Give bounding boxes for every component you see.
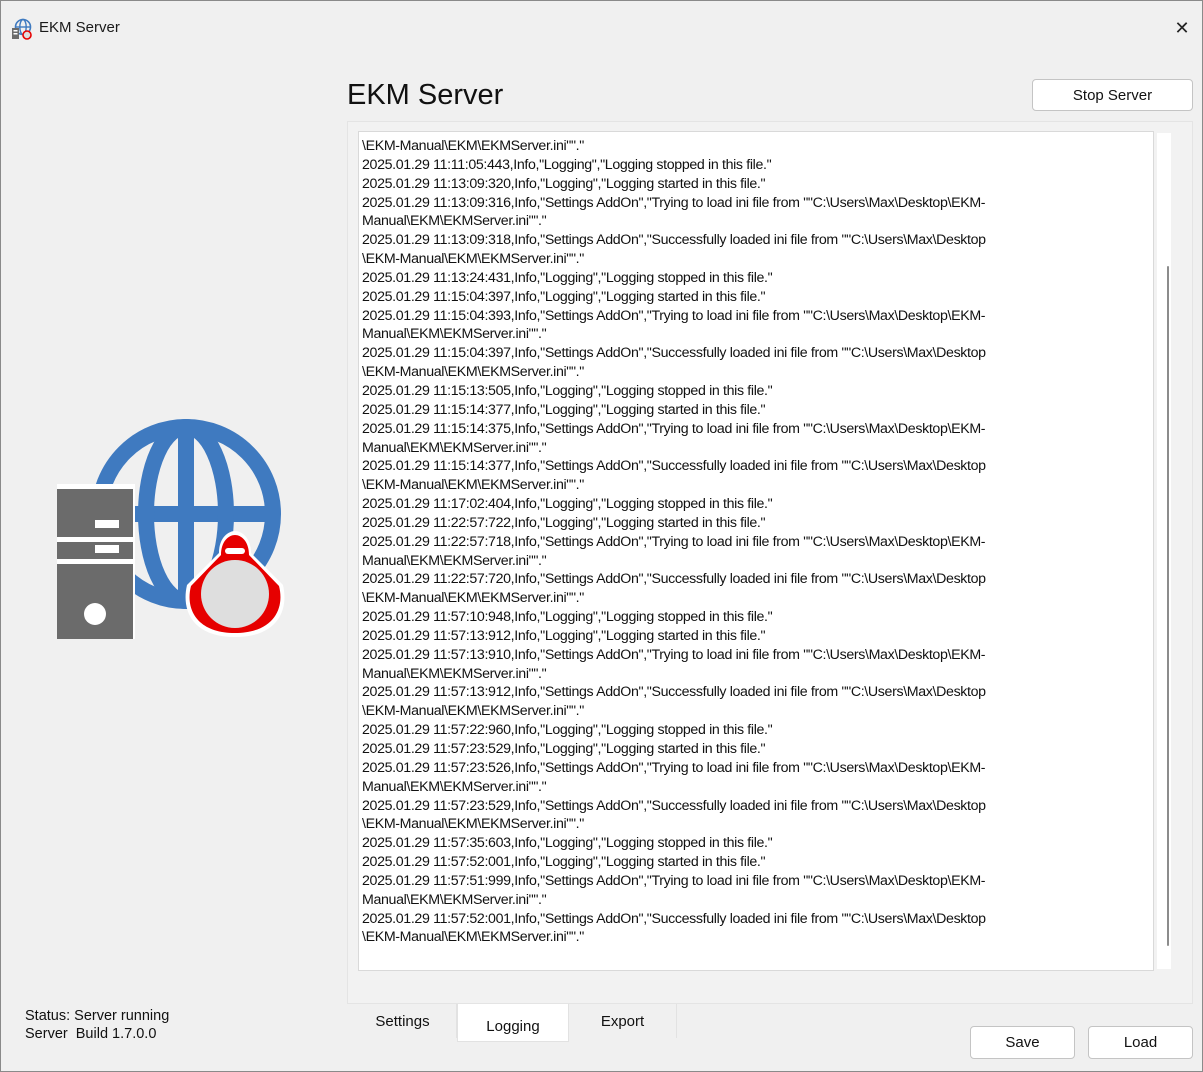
tab-logging[interactable]: Logging <box>457 1004 569 1042</box>
log-line: 2025.01.29 11:57:51:999,Info,"Settings A… <box>362 872 986 889</box>
log-line: 2025.01.29 11:57:23:529,Info,"Logging","… <box>362 741 766 757</box>
load-button[interactable]: Load <box>1088 1026 1193 1059</box>
stop-server-button[interactable]: Stop Server <box>1032 79 1193 111</box>
log-line: 2025.01.29 11:13:09:318,Info,"Settings A… <box>362 232 986 249</box>
log-line: 2025.01.29 11:15:04:397,Info,"Settings A… <box>362 345 986 362</box>
log-lines: \EKM-Manual\EKM\EKMServer.ini""." 2025.01… <box>362 137 1132 947</box>
page-title: EKM Server <box>347 79 504 111</box>
log-line: 2025.01.29 11:17:02:404,Info,"Logging","… <box>362 496 773 513</box>
log-line: \EKM-Manual\EKM\EKMServer.ini""." <box>362 364 584 381</box>
log-line: Manual\EKM\EKMServer.ini""." <box>362 213 547 230</box>
status-panel: Status: Server running Server Build 1.7.0… <box>25 1007 169 1043</box>
log-line: 2025.01.29 11:57:35:603,Info,"Logging","… <box>362 835 773 852</box>
log-line: 2025.01.29 11:13:24:431,Info,"Logging","… <box>362 269 773 286</box>
title-bar: EKM Server ✕ <box>1 1 1202 53</box>
log-line: \EKM-Manual\EKM\EKMServer.ini""." <box>362 477 584 494</box>
log-textarea[interactable]: \EKM-Manual\EKM\EKMServer.ini""." 2025.01… <box>358 131 1154 971</box>
log-line: \EKM-Manual\EKM\EKMServer.ini""." <box>362 590 584 607</box>
tab-export[interactable]: Export <box>569 1004 677 1038</box>
log-line: Manual\EKM\EKMServer.ini""." <box>362 665 547 682</box>
log-line: Manual\EKM\EKMServer.ini""." <box>362 891 547 908</box>
log-scrollbar[interactable] <box>1157 133 1171 969</box>
log-line: \EKM-Manual\EKM\EKMServer.ini""." <box>362 138 584 154</box>
log-line: 2025.01.29 11:22:57:722,Info,"Logging","… <box>362 514 766 531</box>
save-button[interactable]: Save <box>970 1026 1075 1059</box>
log-line: 2025.01.29 11:13:09:320,Info,"Logging","… <box>362 175 766 192</box>
server-globe-keyfob-icon <box>57 419 285 639</box>
log-line: Manual\EKM\EKMServer.ini""." <box>362 326 547 343</box>
log-line: 2025.01.29 11:22:57:718,Info,"Settings A… <box>362 533 986 550</box>
log-line: 2025.01.29 11:57:13:910,Info,"Settings A… <box>362 646 986 663</box>
log-line: 2025.01.29 11:15:14:375,Info,"Settings A… <box>362 420 986 437</box>
log-line: Manual\EKM\EKMServer.ini""." <box>362 778 547 795</box>
log-line: 2025.01.29 11:57:23:529,Info,"Settings A… <box>362 797 986 814</box>
close-button[interactable]: ✕ <box>1162 11 1202 45</box>
log-line: \EKM-Manual\EKM\EKMServer.ini""." <box>362 703 584 720</box>
tab-settings[interactable]: Settings <box>349 1004 457 1038</box>
app-window: EKM Server ✕ EKM Server Stop Server \EKM… <box>0 0 1203 1072</box>
tab-bar: Settings Logging Export <box>349 1004 677 1042</box>
log-line: 2025.01.29 11:22:57:720,Info,"Settings A… <box>362 571 986 588</box>
log-line: 2025.01.29 11:57:10:948,Info,"Logging","… <box>362 609 773 626</box>
log-line: 2025.01.29 11:57:52:001,Info,"Logging","… <box>362 854 766 871</box>
log-line: 2025.01.29 11:57:23:526,Info,"Settings A… <box>362 759 986 776</box>
log-line: 2025.01.29 11:57:13:912,Info,"Settings A… <box>362 684 986 701</box>
log-line: 2025.01.29 11:11:05:443,Info,"Logging","… <box>362 156 772 173</box>
log-line: Manual\EKM\EKMServer.ini""." <box>362 439 547 456</box>
log-line: 2025.01.29 11:15:14:377,Info,"Settings A… <box>362 458 986 475</box>
window-title: EKM Server <box>39 19 120 36</box>
build-version: Server Build 1.7.0.0 <box>25 1026 157 1042</box>
status-text: Status: Server running <box>25 1008 170 1024</box>
log-line: Manual\EKM\EKMServer.ini""." <box>362 552 547 569</box>
log-line: 2025.01.29 11:15:13:505,Info,"Logging","… <box>362 382 773 399</box>
scrollbar-thumb[interactable] <box>1167 266 1169 946</box>
log-line: \EKM-Manual\EKM\EKMServer.ini""." <box>362 251 584 268</box>
app-icon <box>12 18 32 40</box>
log-line: 2025.01.29 11:57:13:912,Info,"Logging","… <box>362 627 766 644</box>
log-line: \EKM-Manual\EKM\EKMServer.ini""." <box>362 816 584 833</box>
log-line: 2025.01.29 11:13:09:316,Info,"Settings A… <box>362 194 986 211</box>
log-line: 2025.01.29 11:15:04:397,Info,"Logging","… <box>362 288 766 305</box>
log-line: 2025.01.29 11:57:52:001,Info,"Settings A… <box>362 910 986 927</box>
log-line: 2025.01.29 11:15:14:377,Info,"Logging","… <box>362 401 766 418</box>
log-line: \EKM-Manual\EKM\EKMServer.ini""." <box>362 929 584 946</box>
server-icon <box>57 484 135 639</box>
log-line: 2025.01.29 11:57:22:960,Info,"Logging","… <box>362 722 773 739</box>
close-icon: ✕ <box>1174 17 1190 39</box>
log-line: 2025.01.29 11:15:04:393,Info,"Settings A… <box>362 307 986 324</box>
